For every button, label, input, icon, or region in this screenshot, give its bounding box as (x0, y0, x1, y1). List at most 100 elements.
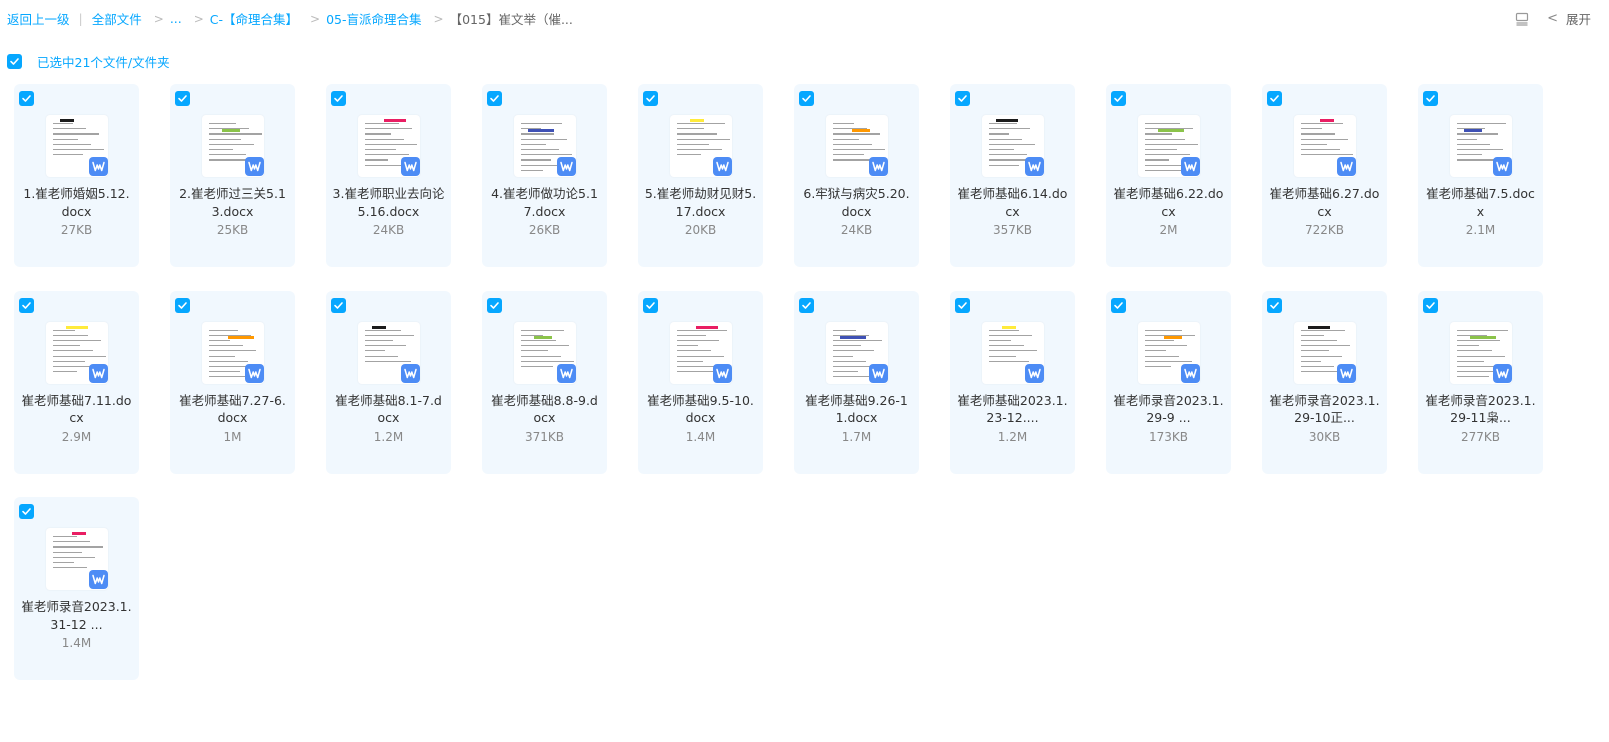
file-name: 崔老师基础9.26-11.docx (805, 392, 908, 426)
file-card[interactable]: 崔老师基础8.8-9.docx 371KB (482, 290, 607, 474)
file-card[interactable]: 崔老师录音2023.1.29-10正... 30KB (1262, 290, 1387, 474)
file-size: 1.2M (373, 429, 404, 444)
expand-button[interactable]: 展开 (1566, 9, 1591, 28)
file-size: 1.7M (841, 429, 872, 444)
word-doc-icon (1025, 157, 1044, 176)
word-doc-icon (1025, 363, 1044, 383)
chevron-right-icon: > (310, 11, 321, 26)
word-doc-icon (245, 157, 264, 176)
toolbar: < 展开 (1515, 9, 1591, 28)
breadcrumb-all-files[interactable]: 全部文件 (92, 9, 142, 28)
select-all-checkbox[interactable] (7, 54, 22, 69)
file-size: 1.4M (685, 429, 716, 444)
file-checkbox[interactable] (331, 297, 346, 313)
file-size: 1.4M (61, 636, 92, 650)
file-name: 崔老师基础2023.1.23-12.... (957, 392, 1068, 426)
file-checkbox[interactable] (331, 91, 346, 106)
breadcrumb-level1[interactable]: C-【命理合集】 (210, 9, 298, 28)
file-checkbox[interactable] (19, 504, 34, 519)
file-card[interactable]: 崔老师基础6.22.docx 2M (1106, 84, 1231, 267)
chevron-right-icon: > (433, 11, 444, 26)
file-name: 崔老师录音2023.1.31-12 ... (21, 599, 132, 632)
file-size: 2.1M (1465, 223, 1496, 237)
file-size: 2.9M (61, 429, 92, 444)
file-checkbox[interactable] (487, 91, 502, 106)
file-checkbox[interactable] (19, 297, 34, 313)
file-card[interactable]: 崔老师基础9.26-11.docx 1.7M (794, 290, 919, 474)
file-card[interactable]: 崔老师基础7.5.docx 2.1M (1418, 84, 1543, 267)
file-name: 2.崔老师过三关5.13.docx (179, 186, 286, 219)
file-checkbox[interactable] (955, 91, 970, 106)
file-card[interactable]: 崔老师基础6.27.docx 722KB (1262, 84, 1387, 267)
breadcrumb-current: 【015】崔文举（催... (449, 12, 573, 27)
file-checkbox[interactable] (175, 91, 190, 106)
file-checkbox[interactable] (643, 91, 658, 106)
chevron-left-icon[interactable]: < (1547, 11, 1558, 26)
file-card[interactable]: 崔老师录音2023.1.31-12 ... 1.4M (14, 497, 139, 680)
file-name: 崔老师基础7.27-6.docx (179, 392, 286, 426)
file-card[interactable]: 崔老师基础8.1-7.docx 1.2M (326, 290, 451, 474)
word-doc-icon (1337, 363, 1356, 383)
file-card[interactable]: 2.崔老师过三关5.13.docx 25KB (170, 84, 295, 267)
breadcrumb: 返回上一级 | 全部文件 > ... > C-【命理合集】 > 05-盲派命理合… (7, 9, 573, 28)
file-card[interactable]: 3.崔老师职业去向论5.16.docx 24KB (326, 84, 451, 267)
word-doc-icon (557, 157, 576, 176)
file-size: 25KB (216, 223, 249, 237)
file-card[interactable]: 崔老师基础6.14.docx 357KB (950, 84, 1075, 267)
file-card[interactable]: 崔老师基础7.11.docx 2.9M (14, 290, 139, 474)
selection-bar: 已选中21个文件/文件夹 (7, 52, 170, 71)
word-doc-icon (89, 157, 108, 176)
file-checkbox[interactable] (175, 297, 190, 313)
file-card[interactable]: 1.崔老师婚姻5.12.docx 27KB (14, 84, 139, 267)
file-card[interactable]: 崔老师录音2023.1.29-9 ... 173KB (1106, 290, 1231, 474)
file-card[interactable]: 崔老师基础2023.1.23-12.... 1.2M (950, 290, 1075, 474)
file-checkbox[interactable] (1111, 91, 1126, 106)
file-name: 崔老师基础7.5.docx (1426, 186, 1535, 219)
file-checkbox[interactable] (1267, 297, 1282, 313)
file-card[interactable]: 6.牢狱与病灾5.20.docx 24KB (794, 84, 919, 267)
file-size: 24KB (840, 223, 873, 237)
file-name: 崔老师基础8.8-9.docx (491, 392, 598, 426)
selection-count: 已选中21个文件/文件夹 (37, 55, 170, 70)
file-size: 2M (1159, 223, 1178, 237)
word-doc-icon (1181, 363, 1200, 383)
file-size: 357KB (992, 223, 1032, 237)
file-card[interactable]: 4.崔老师做功论5.17.docx 26KB (482, 84, 607, 267)
file-name: 崔老师基础9.5-10.docx (647, 392, 754, 426)
file-checkbox[interactable] (1111, 297, 1126, 313)
file-card[interactable]: 5.崔老师劫财见财5.17.docx 20KB (638, 84, 763, 267)
chevron-right-icon: > (193, 11, 204, 26)
file-checkbox[interactable] (1423, 297, 1438, 313)
file-name: 崔老师基础6.22.docx (1113, 186, 1224, 219)
file-size: 27KB (60, 223, 93, 237)
file-card[interactable]: 崔老师基础7.27-6.docx 1M (170, 290, 295, 474)
word-doc-icon (89, 570, 108, 589)
file-card[interactable]: 崔老师录音2023.1.29-11枭... 277KB (1418, 290, 1543, 474)
file-card[interactable]: 崔老师基础9.5-10.docx 1.4M (638, 290, 763, 474)
file-size: 277KB (1460, 429, 1500, 444)
file-checkbox[interactable] (1423, 91, 1438, 106)
file-checkbox[interactable] (799, 297, 814, 313)
file-checkbox[interactable] (643, 297, 658, 313)
file-checkbox[interactable] (487, 297, 502, 313)
file-name: 6.牢狱与病灾5.20.docx (803, 186, 910, 219)
chevron-right-icon: > (153, 11, 164, 26)
file-name: 崔老师基础6.27.docx (1269, 186, 1380, 219)
file-name: 崔老师基础8.1-7.docx (335, 392, 442, 426)
file-name: 5.崔老师劫财见财5.17.docx (644, 186, 757, 219)
breadcrumb-level2[interactable]: 05-盲派命理合集 (326, 9, 421, 28)
word-doc-icon (713, 157, 732, 176)
file-size: 722KB (1304, 223, 1344, 237)
file-size: 1.2M (997, 429, 1028, 444)
word-doc-icon (713, 363, 732, 383)
file-checkbox[interactable] (955, 297, 970, 313)
breadcrumb-ellipsis[interactable]: ... (170, 11, 182, 26)
word-doc-icon (401, 363, 420, 383)
file-checkbox[interactable] (19, 91, 34, 106)
list-view-icon[interactable] (1515, 12, 1529, 26)
file-checkbox[interactable] (799, 91, 814, 106)
file-size: 26KB (528, 223, 561, 237)
word-doc-icon (401, 157, 420, 176)
file-checkbox[interactable] (1267, 91, 1282, 106)
back-link[interactable]: 返回上一级 (7, 9, 70, 28)
